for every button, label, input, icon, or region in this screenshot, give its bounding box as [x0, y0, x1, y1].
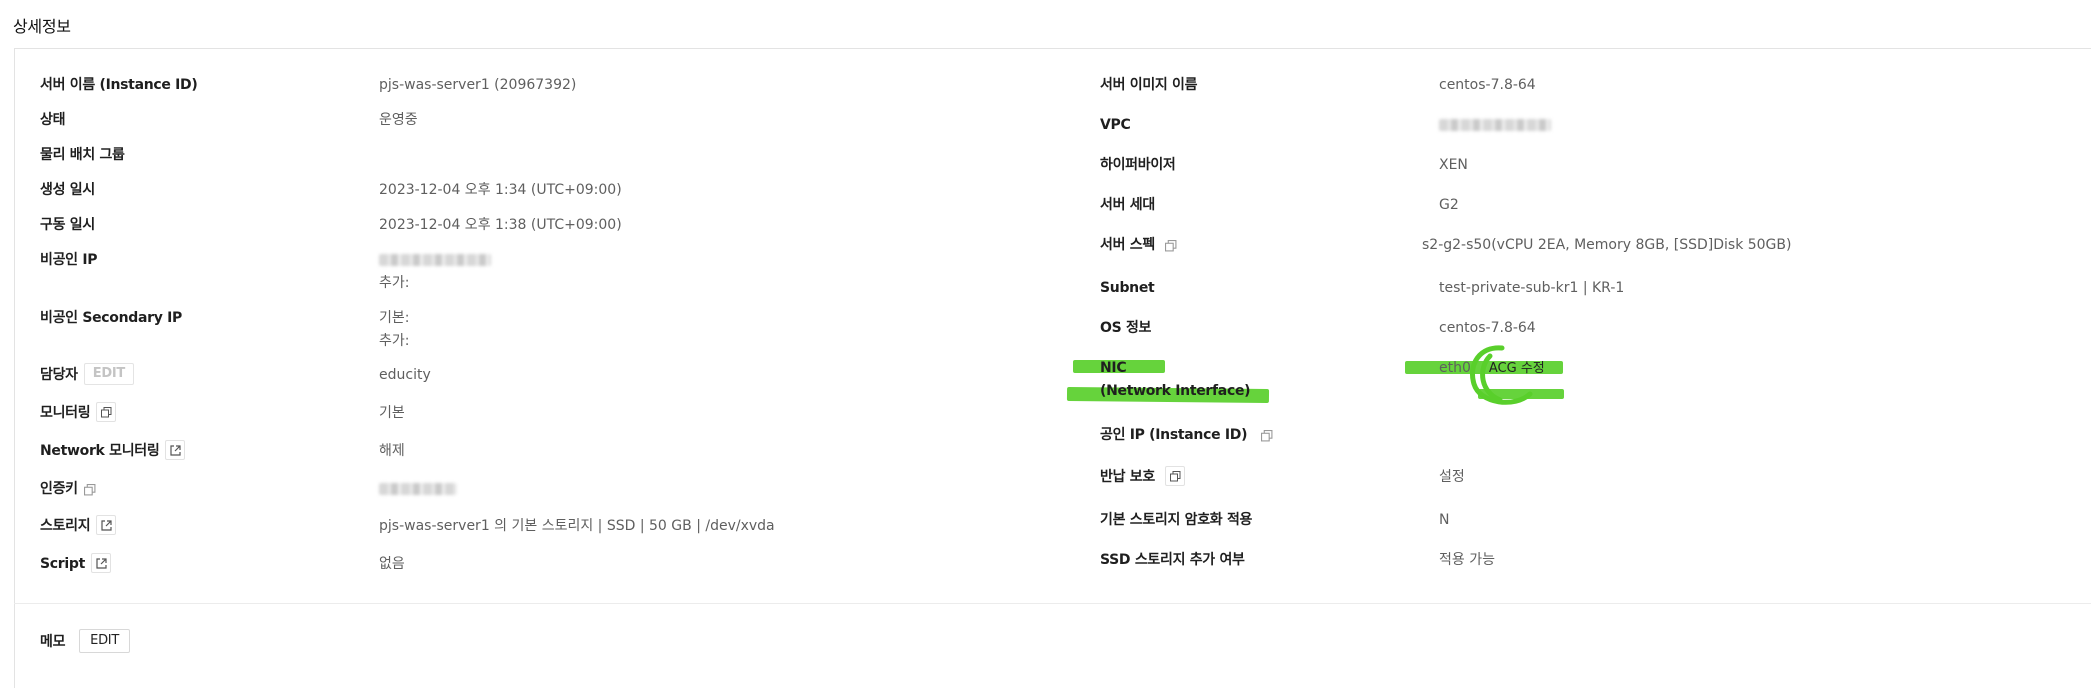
label-private-ip: 비공인 IP	[40, 252, 98, 268]
value-server-spec: s2-g2-s50(vCPU 2EA, Memory 8GB, [SSD]Dis…	[1422, 237, 1792, 253]
value-secondary-ip-extra: 추가:	[379, 333, 410, 349]
value-nic: eth0 ACG 수정	[1439, 357, 1545, 380]
acg-edit-button[interactable]: ACG 수정	[1489, 358, 1545, 380]
label-ssd-addable: SSD 스토리지 추가 여부	[1100, 552, 1245, 568]
value-created-at: 2023-12-04 오후 1:34 (UTC+09:00)	[379, 182, 622, 198]
value-subnet: test-private-sub-kr1 | KR-1	[1439, 280, 1625, 296]
label-secondary-ip: 비공인 Secondary IP	[40, 310, 183, 326]
page-title: 상세정보	[13, 17, 71, 36]
redacted-vpc	[1439, 119, 1551, 131]
value-script: 없음	[379, 556, 405, 572]
label-server-generation: 서버 세대	[1100, 197, 1155, 213]
label-server-name: 서버 이름 (Instance ID)	[40, 77, 198, 93]
label-nic: NIC	[1100, 360, 1127, 376]
label-storage: 스토리지	[40, 515, 117, 537]
value-auth-key	[379, 478, 457, 500]
value-server-image: centos-7.8-64	[1439, 77, 1536, 93]
copy-icon[interactable]	[1261, 427, 1275, 442]
label-server-spec: 서버 스펙	[1100, 234, 1179, 256]
external-link-icon[interactable]	[96, 515, 117, 535]
label-created-at: 생성 일시	[40, 182, 95, 198]
label-status: 상태	[40, 112, 66, 128]
label-storage-text: 스토리지	[40, 518, 91, 534]
label-monitoring: 모니터링	[40, 402, 117, 424]
manager-edit-button[interactable]: EDIT	[83, 363, 134, 385]
label-server-image: 서버 이미지 이름	[1100, 77, 1198, 93]
copy-icon[interactable]	[1164, 237, 1179, 252]
value-private-ip	[379, 249, 491, 271]
label-manager-text: 담당자	[40, 367, 78, 383]
label-subnet: Subnet	[1100, 280, 1155, 296]
label-server-spec-text: 서버 스펙	[1100, 237, 1155, 253]
value-hypervisor: XEN	[1439, 157, 1468, 173]
label-manager: 담당자 EDIT	[40, 363, 134, 386]
value-os-info: centos-7.8-64	[1439, 320, 1536, 336]
label-storage-encryption: 기본 스토리지 암호화 적용	[1100, 512, 1253, 528]
label-network-monitoring: Network 모니터링	[40, 440, 186, 462]
value-status: 운영중	[379, 112, 418, 128]
label-hypervisor: 하이퍼바이저	[1100, 157, 1176, 173]
label-auth-key-text: 인증키	[40, 481, 78, 497]
external-link-icon[interactable]	[165, 440, 186, 460]
copy-icon[interactable]	[96, 402, 117, 422]
label-script-text: Script	[40, 556, 85, 572]
label-os-info: OS 정보	[1100, 320, 1152, 336]
value-server-generation: G2	[1439, 197, 1459, 213]
value-vpc	[1439, 114, 1551, 136]
value-secondary-ip-primary: 기본:	[379, 310, 410, 326]
label-return-protection-text: 반납 보호	[1100, 469, 1155, 485]
value-private-ip-extra: 추가:	[379, 275, 410, 291]
label-public-ip-text: 공인 IP (Instance ID)	[1100, 427, 1248, 443]
label-public-ip: 공인 IP (Instance ID)	[1100, 424, 1275, 446]
value-server-name: pjs-was-server1 (20967392)	[379, 77, 577, 93]
external-link-icon[interactable]	[91, 553, 111, 573]
label-memo-text: 메모	[40, 634, 66, 650]
copy-icon[interactable]	[83, 481, 98, 496]
label-placement-group: 물리 배치 그룹	[40, 147, 125, 163]
value-manager: educity	[379, 367, 431, 383]
detail-panel	[14, 48, 2091, 688]
label-nic-sub: (Network Interface)	[1100, 383, 1251, 399]
label-auth-key: 인증키	[40, 478, 98, 500]
label-memo: 메모 EDIT	[40, 629, 130, 654]
value-storage: pjs-was-server1 의 기본 스토리지 | SSD | 50 GB …	[379, 518, 775, 534]
label-script: Script	[40, 553, 111, 575]
value-storage-encryption: N	[1439, 512, 1450, 528]
label-started-at: 구동 일시	[40, 217, 95, 233]
label-vpc: VPC	[1100, 117, 1131, 133]
label-monitoring-text: 모니터링	[40, 405, 91, 421]
value-network-monitoring: 해제	[379, 443, 405, 459]
value-ssd-addable: 적용 가능	[1439, 552, 1495, 568]
redacted-ip	[379, 254, 491, 266]
value-started-at: 2023-12-04 오후 1:38 (UTC+09:00)	[379, 217, 622, 233]
nic-name: eth0	[1439, 360, 1471, 376]
label-network-monitoring-text: Network 모니터링	[40, 443, 160, 459]
copy-icon[interactable]	[1164, 466, 1185, 486]
value-monitoring: 기본	[379, 405, 405, 421]
value-return-protection: 설정	[1439, 469, 1465, 485]
label-return-protection: 반납 보호	[1100, 466, 1185, 488]
section-divider	[14, 603, 2091, 604]
redacted-auth-key	[379, 483, 457, 495]
memo-edit-button[interactable]: EDIT	[79, 629, 130, 653]
